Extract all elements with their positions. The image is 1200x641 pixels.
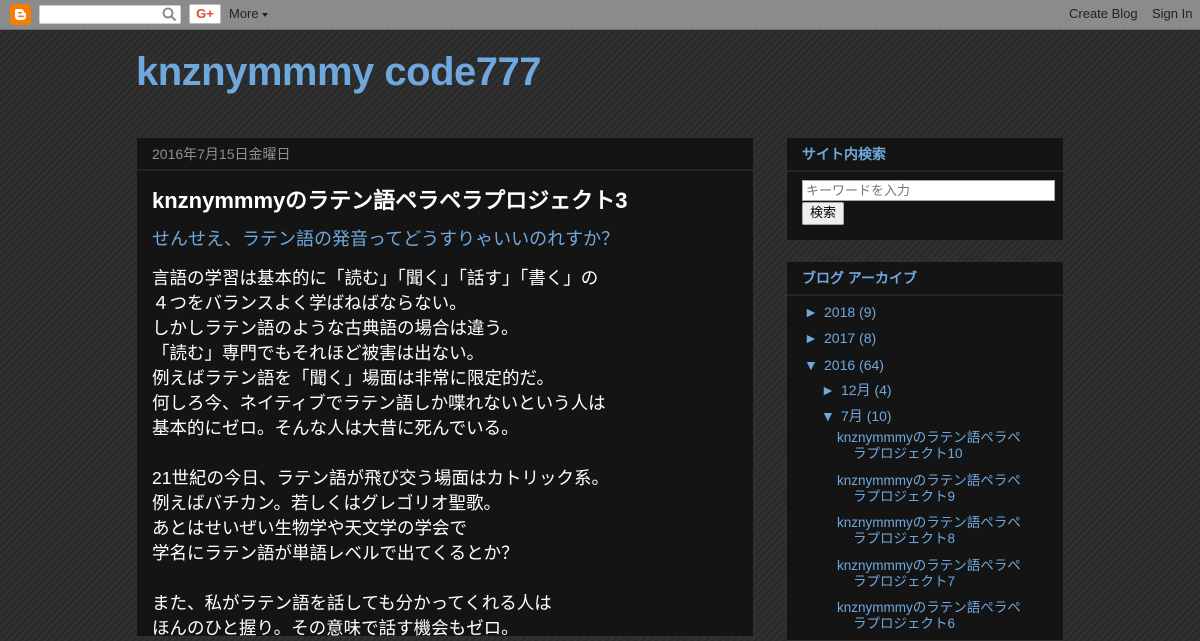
post-body-line: 例えばラテン語を「聞く」場面は非常に限定的だ。 xyxy=(152,368,554,388)
post-body-line: ４つをバランスよく学ばねばならない。 xyxy=(152,293,467,313)
archive-widget-title: ブログ アーカイブ xyxy=(787,262,1063,296)
archive-month-7[interactable]: ▼ 7月 (10) xyxy=(821,406,892,426)
search-button[interactable]: 検索 xyxy=(802,202,844,225)
post-body-line: 21世紀の今日、ラテン語が飛び交う場面はカトリック系。 xyxy=(152,468,609,488)
archive-count: (64) xyxy=(859,357,884,373)
post-date: 2016年7月15日金曜日 xyxy=(137,138,753,171)
archive-count: (9) xyxy=(859,304,877,320)
more-menu-button[interactable]: More xyxy=(229,6,268,21)
post-body-line: ほんのひと握り。その意味で話す機会もゼロ。 xyxy=(152,618,519,638)
archive-year-label[interactable]: 2017 xyxy=(824,330,855,346)
archive-count: (8) xyxy=(859,330,877,346)
archive-year-label[interactable]: 2016 xyxy=(824,357,855,373)
post-body-line: 学名にラテン語が単語レベルで出てくるとか？ xyxy=(152,543,519,563)
post-body-line: 言語の学習は基本的に「読む」「聞く」「話す」「書く」の xyxy=(152,268,599,288)
search-widget-title: サイト内検索 xyxy=(787,138,1063,172)
post-body-line: あとはせいぜい生物学や天文学の学会で xyxy=(152,518,467,538)
archive-post-link[interactable]: knznymmmyのラテン語ペラペラプロジェクト7 xyxy=(837,558,1023,590)
archive-year-2016[interactable]: ▼ 2016 (64) xyxy=(804,357,884,373)
archive-post-link[interactable]: knznymmmyのラテン語ペラペラプロジェクト6 xyxy=(837,600,1023,632)
site-search-input[interactable]: キーワードを入力 xyxy=(802,180,1055,201)
archive-month-label[interactable]: 12月 xyxy=(841,382,871,398)
create-blog-link[interactable]: Create Blog xyxy=(1069,6,1138,21)
search-widget: サイト内検索 キーワードを入力 検索 xyxy=(786,137,1064,241)
caret-down-icon xyxy=(261,12,268,17)
post-body-line: しかしラテン語のような古典語の場合は違う。 xyxy=(152,318,519,338)
post-body-line xyxy=(152,441,742,466)
search-icon[interactable] xyxy=(162,7,177,22)
post-body-line: 基本的にゼロ。そんな人は大昔に死んでいる。 xyxy=(152,418,519,438)
archive-year-2017[interactable]: ► 2017 (8) xyxy=(804,330,876,346)
archive-count: (4) xyxy=(874,382,892,398)
archive-post-link[interactable]: knznymmmyのラテン語ペラペラプロジェクト8 xyxy=(837,515,1023,547)
archive-month-12[interactable]: ► 12月 (4) xyxy=(821,380,892,400)
collapse-toggle-icon[interactable]: ▼ xyxy=(821,408,841,424)
archive-year-label[interactable]: 2018 xyxy=(824,304,855,320)
sign-in-link[interactable]: Sign In xyxy=(1152,6,1192,21)
collapse-toggle-icon[interactable]: ▼ xyxy=(804,357,824,373)
archive-post-link[interactable]: knznymmmyのラテン語ペラペラプロジェクト10 xyxy=(837,430,1023,462)
post-body-line: また、私がラテン語を話しても分かってくれる人は xyxy=(152,593,552,613)
post-body-line: 例えばバチカン。若しくはグレゴリオ聖歌。 xyxy=(152,493,501,513)
expand-toggle-icon[interactable]: ► xyxy=(804,304,824,320)
blogger-logo-icon[interactable] xyxy=(10,4,31,25)
expand-toggle-icon[interactable]: ► xyxy=(821,382,841,398)
expand-toggle-icon[interactable]: ► xyxy=(804,330,824,346)
post-body-line: 「読む」専門でもそれほど被害は出ない。 xyxy=(152,343,485,363)
archive-year-2018[interactable]: ► 2018 (9) xyxy=(804,304,876,320)
post-body: 言語の学習は基本的に「読む」「聞く」「話す」「書く」の ４つをバランスよく学ばね… xyxy=(152,266,742,641)
archive-widget: ブログ アーカイブ ► 2018 (9) ► 2017 (8) ▼ 2016 (64)… xyxy=(786,261,1064,641)
blog-title[interactable]: knznymmmy code777 xyxy=(136,50,542,95)
more-label: More xyxy=(229,6,259,21)
blogger-navbar: G+ More Create Blog Sign In xyxy=(0,0,1200,30)
main-post-column: 2016年7月15日金曜日 knznymmmyのラテン語ペラペラプロジェクト3 … xyxy=(136,137,754,638)
archive-month-label[interactable]: 7月 xyxy=(841,408,863,424)
post-body-line: 何しろ今、ネイティブでラテン語しか喋れないという人は xyxy=(152,393,606,413)
google-plus-button[interactable]: G+ xyxy=(189,4,221,24)
archive-count: (10) xyxy=(866,408,892,424)
post-body-line xyxy=(152,566,742,591)
post-subtitle: せんせえ、ラテン語の発音ってどうすりゃいいのれすか？ xyxy=(152,229,620,249)
navbar-search-input[interactable] xyxy=(39,5,181,24)
archive-post-link[interactable]: knznymmmyのラテン語ペラペラプロジェクト9 xyxy=(837,473,1023,505)
post-title[interactable]: knznymmmyのラテン語ペラペラプロジェクト3 xyxy=(152,183,628,215)
